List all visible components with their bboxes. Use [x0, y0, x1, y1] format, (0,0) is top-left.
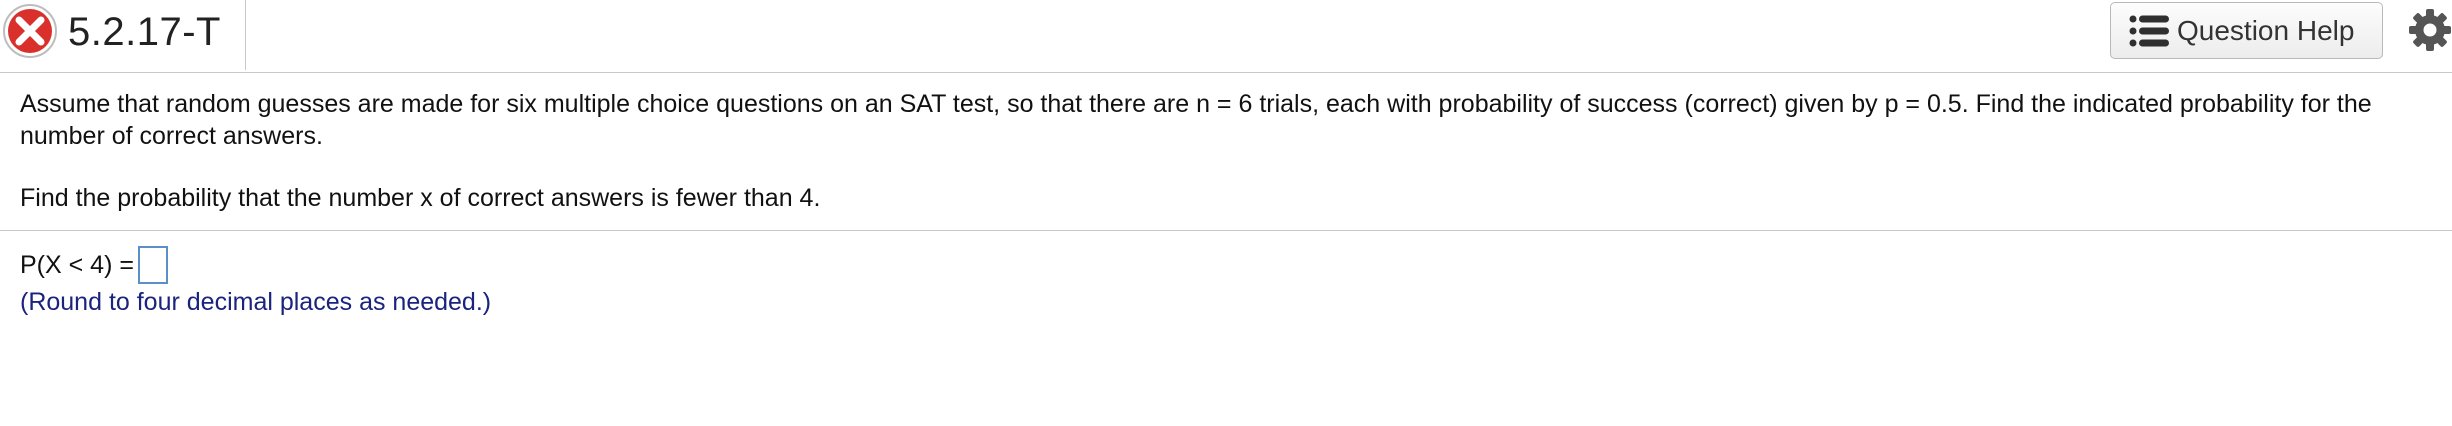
incorrect-x-icon — [3, 4, 57, 58]
rounding-note: (Round to four decimal places as needed.… — [20, 288, 492, 316]
gear-icon[interactable] — [2408, 8, 2452, 52]
question-instruction: Find the probability that the number x o… — [20, 184, 821, 212]
section-divider — [0, 230, 2452, 231]
question-header: 5.2.17-T Question Help — [0, 0, 2452, 73]
question-id: 5.2.17-T — [68, 10, 221, 54]
question-help-label: Question Help — [2177, 14, 2355, 46]
list-icon — [2129, 15, 2169, 46]
question-prompt: Assume that random guesses are made for … — [20, 90, 2372, 150]
question-help-button[interactable]: Question Help — [2110, 2, 2383, 59]
answer-row: P(X < 4) = — [20, 246, 168, 284]
answer-label: P(X < 4) = — [20, 250, 134, 279]
answer-input[interactable] — [137, 246, 168, 284]
header-divider — [245, 0, 246, 70]
question-body: Assume that random guesses are made for … — [20, 88, 2440, 152]
